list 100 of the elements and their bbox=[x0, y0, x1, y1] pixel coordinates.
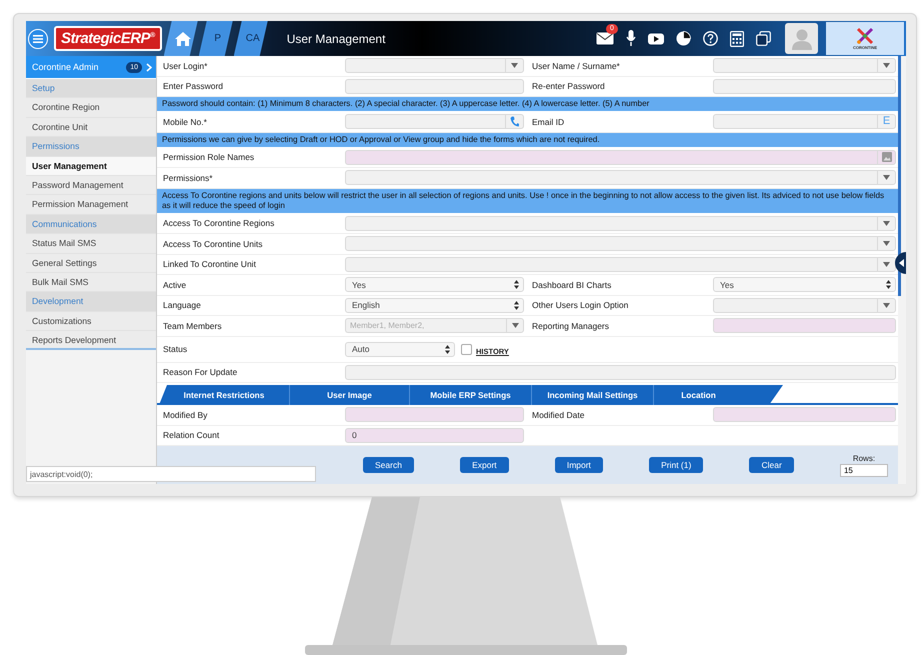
field-label: Mobile No.* bbox=[162, 116, 208, 127]
action-button[interactable]: Import bbox=[554, 457, 603, 473]
sidebar-section[interactable]: Development bbox=[26, 292, 156, 312]
field-label: Language bbox=[162, 300, 202, 310]
field-label: Enter Password bbox=[162, 81, 224, 92]
help-icon[interactable] bbox=[703, 31, 718, 46]
input-field[interactable] bbox=[345, 407, 524, 422]
microphone-icon[interactable] bbox=[626, 30, 636, 47]
input-field[interactable] bbox=[713, 318, 896, 334]
phone-field[interactable] bbox=[345, 114, 524, 130]
x-logo-icon bbox=[856, 27, 874, 45]
info-banner: Password should contain: (1) Minimum 8 characters. (2) A special character. (3) A uppercase letter. (4) A lowercase letter. (5) A number bbox=[157, 97, 898, 112]
dropdown-arrow-icon[interactable] bbox=[883, 175, 890, 180]
input-field[interactable]: 0 bbox=[345, 428, 524, 443]
dropdown-arrow-icon[interactable] bbox=[883, 63, 890, 68]
input-field[interactable]: Member1, Member2, bbox=[345, 318, 506, 334]
user-avatar[interactable] bbox=[785, 23, 818, 54]
select-field[interactable]: Yes bbox=[713, 277, 896, 292]
sidebar-item[interactable]: Corontine Unit bbox=[26, 118, 156, 138]
input-field[interactable] bbox=[345, 364, 896, 380]
pie-chart-icon[interactable] bbox=[676, 31, 691, 46]
sidebar-item[interactable]: Password Management bbox=[26, 176, 156, 196]
menu-icon[interactable] bbox=[28, 28, 48, 48]
dropdown-button[interactable] bbox=[506, 318, 524, 334]
field-label: Modified Date bbox=[531, 410, 586, 420]
dropdown-arrow-icon[interactable] bbox=[511, 63, 518, 68]
phone-icon[interactable] bbox=[510, 116, 519, 128]
field-label: Reason For Update bbox=[162, 367, 238, 378]
dropdown-arrow-icon[interactable] bbox=[883, 262, 890, 267]
stacked-squares-icon[interactable] bbox=[756, 31, 771, 46]
info-banner: Permissions we can give by selecting Draft or HOD or Approval or View group and hide the forms which are not required. bbox=[157, 132, 898, 148]
dropdown-arrow-icon[interactable] bbox=[883, 220, 890, 226]
dropdown-field[interactable] bbox=[345, 236, 896, 252]
dropdown-field[interactable] bbox=[345, 58, 524, 74]
sidebar-item[interactable]: Permission Management bbox=[26, 195, 156, 215]
home-button[interactable] bbox=[164, 21, 198, 56]
tab[interactable]: Location bbox=[653, 385, 743, 405]
field-label: User Name / Surname* bbox=[531, 60, 621, 71]
input-field[interactable] bbox=[345, 78, 524, 94]
select-field[interactable]: Auto bbox=[345, 342, 455, 356]
up-down-arrows-icon bbox=[514, 300, 519, 310]
calculator-icon[interactable] bbox=[730, 30, 744, 46]
sidebar-item[interactable]: Corontine Region bbox=[26, 98, 156, 118]
dropdown-field[interactable] bbox=[713, 298, 896, 313]
mail-icon[interactable] bbox=[596, 32, 614, 45]
field-label: Reporting Managers bbox=[531, 320, 610, 331]
rows-input[interactable]: 15 bbox=[840, 464, 888, 476]
action-button[interactable]: Export bbox=[460, 457, 509, 473]
action-button[interactable]: Clear bbox=[749, 457, 794, 473]
input-field[interactable] bbox=[713, 78, 896, 94]
dropdown-field[interactable] bbox=[345, 216, 896, 231]
dropdown-arrow-icon[interactable] bbox=[883, 241, 890, 246]
dropdown-field[interactable] bbox=[345, 256, 896, 272]
sidebar-title: Corontine Admin bbox=[32, 62, 100, 72]
sidebar-item[interactable]: Status Mail SMS bbox=[26, 234, 156, 254]
scrollbar[interactable] bbox=[898, 56, 901, 296]
checkbox[interactable] bbox=[461, 344, 472, 354]
field-label: Other Users Login Option bbox=[531, 300, 630, 310]
tab[interactable]: Mobile ERP Settings bbox=[409, 385, 531, 405]
action-button[interactable]: Print (1) bbox=[649, 457, 704, 473]
rows-label: Rows: bbox=[852, 454, 876, 462]
field-label: Permissions* bbox=[162, 172, 214, 183]
dropdown-field[interactable] bbox=[713, 58, 896, 74]
field-label: User Login* bbox=[162, 60, 208, 71]
action-button[interactable]: Search bbox=[363, 457, 414, 473]
tab[interactable]: Incoming Mail Settings bbox=[531, 385, 653, 405]
sidebar-item[interactable]: Reports Development bbox=[26, 331, 156, 350]
breadcrumb-tab[interactable]: CA bbox=[234, 21, 268, 56]
select-field[interactable]: English bbox=[345, 298, 524, 313]
home-icon bbox=[174, 32, 191, 46]
field-label: Active bbox=[162, 280, 188, 290]
sidebar-section[interactable]: Setup bbox=[26, 79, 156, 98]
sidebar-item[interactable]: User Management bbox=[26, 156, 156, 176]
field-label: Modified By bbox=[162, 410, 208, 420]
dropdown-field[interactable] bbox=[345, 170, 896, 186]
status-url-tooltip: javascript:void(0); bbox=[26, 466, 316, 482]
input-field[interactable] bbox=[345, 150, 896, 165]
sidebar-item[interactable]: Customizations bbox=[26, 312, 156, 332]
input-field[interactable] bbox=[713, 407, 896, 422]
chevron-right-icon[interactable] bbox=[146, 62, 152, 72]
breadcrumb-tab[interactable]: P bbox=[198, 21, 233, 56]
field-label: Team Members bbox=[162, 320, 223, 331]
tab[interactable]: User Image bbox=[289, 385, 409, 405]
sidebar-item[interactable]: Bulk Mail SMS bbox=[26, 272, 156, 292]
image-icon[interactable] bbox=[882, 152, 892, 162]
field-label: Re-enter Password bbox=[531, 81, 606, 92]
field-label: Access To Corontine Regions bbox=[162, 218, 276, 228]
person-silhouette-icon bbox=[790, 28, 812, 50]
up-down-arrows-icon bbox=[445, 344, 450, 354]
tab[interactable]: Internet Restrictions bbox=[159, 385, 289, 405]
info-banner: Access To Corontine regions and units below will restrict the user in all selection of regions and units. Use ! once in the beginning to not allow access to the given list. Its adviced to not use below fields as it will reduce the speed of login bbox=[157, 188, 898, 214]
field-label: Linked To Corontine Unit bbox=[162, 259, 257, 270]
sidebar-section[interactable]: Communications bbox=[26, 214, 156, 234]
field-label: Relation Count bbox=[162, 430, 220, 440]
video-play-icon[interactable] bbox=[648, 32, 664, 44]
collapse-tab-icon[interactable] bbox=[894, 252, 906, 274]
select-field[interactable]: Yes bbox=[345, 277, 524, 292]
dropdown-arrow-icon[interactable] bbox=[883, 302, 890, 308]
sidebar-section[interactable]: Permissions bbox=[26, 137, 156, 157]
sidebar-item[interactable]: General Settings bbox=[26, 254, 156, 273]
